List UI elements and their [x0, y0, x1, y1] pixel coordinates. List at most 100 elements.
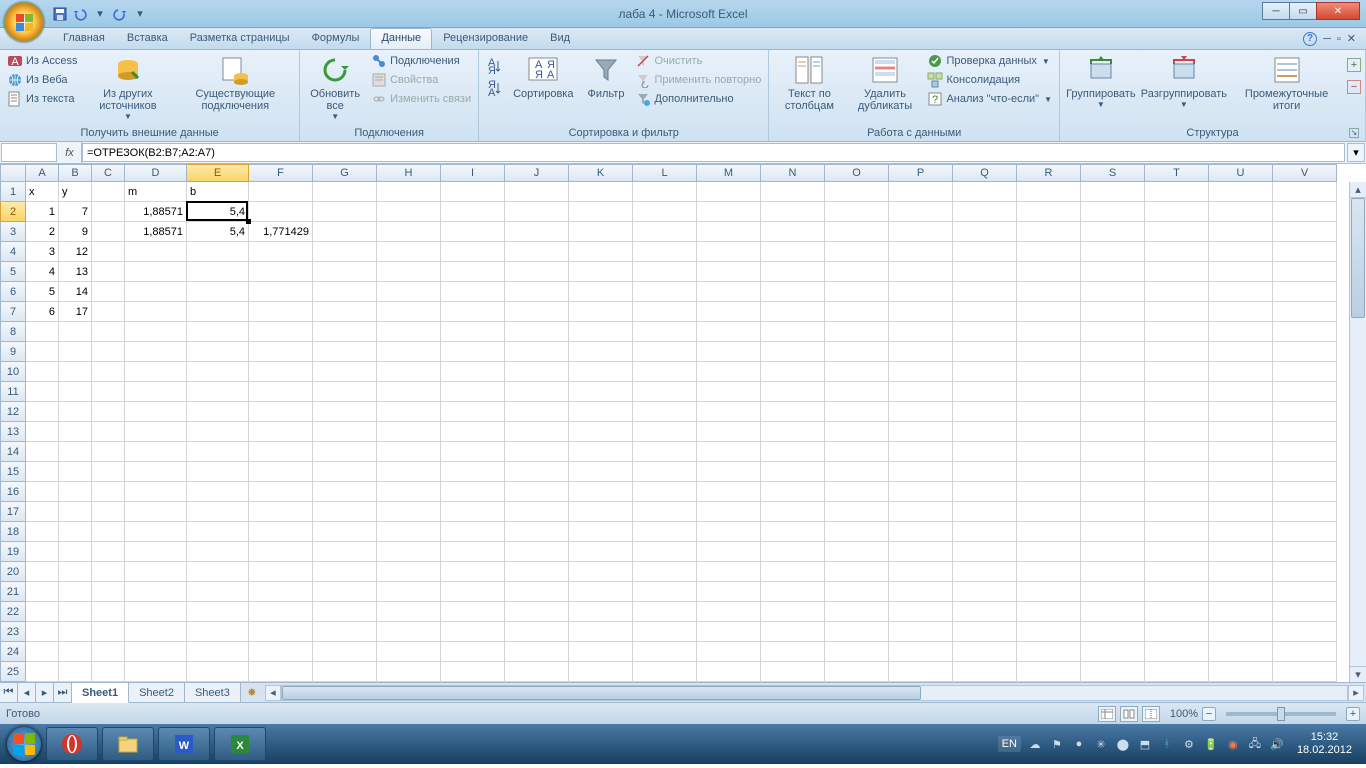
cell[interactable]: [1017, 262, 1081, 282]
cell[interactable]: [569, 502, 633, 522]
cell[interactable]: [1081, 182, 1145, 202]
cell[interactable]: [313, 362, 377, 382]
cell[interactable]: [92, 342, 125, 362]
cell[interactable]: [441, 482, 505, 502]
cell[interactable]: [953, 462, 1017, 482]
expand-formula-bar-icon[interactable]: ▾: [1347, 143, 1365, 162]
cell[interactable]: [1273, 442, 1337, 462]
cell[interactable]: [505, 582, 569, 602]
cell[interactable]: [1017, 662, 1081, 682]
column-header[interactable]: L: [633, 164, 697, 182]
tab-home[interactable]: Главная: [52, 28, 116, 49]
cell[interactable]: [377, 502, 441, 522]
cell[interactable]: [633, 622, 697, 642]
cell[interactable]: [1017, 342, 1081, 362]
cell[interactable]: [697, 502, 761, 522]
fx-icon[interactable]: fx: [58, 142, 82, 163]
row-header[interactable]: 2: [0, 202, 26, 222]
zoom-in-button[interactable]: +: [1346, 707, 1360, 721]
cell[interactable]: [505, 602, 569, 622]
cell[interactable]: [1209, 342, 1273, 362]
ungroup-button[interactable]: Разгруппировать▼: [1140, 52, 1228, 111]
cell[interactable]: [125, 622, 187, 642]
cell[interactable]: [26, 522, 59, 542]
cell[interactable]: [569, 622, 633, 642]
cell[interactable]: [1145, 562, 1209, 582]
cell[interactable]: [1017, 382, 1081, 402]
cell[interactable]: [249, 242, 313, 262]
vertical-scrollbar[interactable]: ▴ ▾: [1349, 182, 1366, 682]
cell[interactable]: [313, 302, 377, 322]
cell[interactable]: [313, 402, 377, 422]
cell[interactable]: [1145, 462, 1209, 482]
cell[interactable]: [889, 322, 953, 342]
cell[interactable]: [1209, 522, 1273, 542]
cell[interactable]: [761, 562, 825, 582]
cell[interactable]: [505, 662, 569, 682]
cell[interactable]: [441, 342, 505, 362]
advanced-filter-button[interactable]: Дополнительно: [632, 90, 764, 108]
row-header[interactable]: 8: [0, 322, 26, 342]
cell[interactable]: [187, 642, 249, 662]
cell[interactable]: [125, 522, 187, 542]
qat-dropdown-icon[interactable]: ▾: [92, 6, 108, 22]
cell[interactable]: [377, 402, 441, 422]
cell[interactable]: [1017, 522, 1081, 542]
cell[interactable]: [377, 622, 441, 642]
cell[interactable]: [1081, 522, 1145, 542]
cell[interactable]: [889, 282, 953, 302]
cell[interactable]: [313, 422, 377, 442]
minimize-button[interactable]: ─: [1262, 2, 1290, 20]
cell[interactable]: [697, 602, 761, 622]
cell[interactable]: [26, 542, 59, 562]
cell[interactable]: m: [125, 182, 187, 202]
cell[interactable]: [92, 242, 125, 262]
reapply-button[interactable]: Применить повторно: [632, 71, 764, 89]
column-header[interactable]: G: [313, 164, 377, 182]
cell[interactable]: [697, 542, 761, 562]
row-header[interactable]: 19: [0, 542, 26, 562]
cell[interactable]: [633, 222, 697, 242]
cell[interactable]: [761, 302, 825, 322]
cell[interactable]: [953, 182, 1017, 202]
cell[interactable]: [441, 282, 505, 302]
cell[interactable]: [59, 462, 92, 482]
cell[interactable]: [26, 402, 59, 422]
cell[interactable]: [1081, 302, 1145, 322]
cell[interactable]: [697, 222, 761, 242]
from-other-button[interactable]: Из других источников▼: [82, 52, 173, 123]
cell[interactable]: [1017, 482, 1081, 502]
cell[interactable]: [249, 282, 313, 302]
tray-icon[interactable]: ●: [1071, 736, 1087, 752]
cell[interactable]: [697, 662, 761, 682]
cell[interactable]: [1081, 262, 1145, 282]
cell[interactable]: [125, 402, 187, 422]
cell[interactable]: [569, 402, 633, 422]
cell[interactable]: [633, 602, 697, 622]
cell[interactable]: [441, 662, 505, 682]
cell[interactable]: [697, 342, 761, 362]
restore-window-icon[interactable]: ▫: [1337, 33, 1341, 45]
row-header[interactable]: 14: [0, 442, 26, 462]
cell[interactable]: [441, 562, 505, 582]
cell[interactable]: [187, 662, 249, 682]
cell[interactable]: [92, 542, 125, 562]
cell[interactable]: [92, 382, 125, 402]
cell[interactable]: [505, 362, 569, 382]
cell[interactable]: [249, 522, 313, 542]
cell[interactable]: [92, 422, 125, 442]
cell[interactable]: [1273, 482, 1337, 502]
cell[interactable]: [377, 362, 441, 382]
column-header[interactable]: K: [569, 164, 633, 182]
cell[interactable]: [125, 362, 187, 382]
cell[interactable]: [953, 382, 1017, 402]
cell[interactable]: [187, 602, 249, 622]
cell[interactable]: [26, 562, 59, 582]
cell[interactable]: [697, 382, 761, 402]
cell[interactable]: [505, 202, 569, 222]
cell[interactable]: [697, 522, 761, 542]
cell[interactable]: [825, 542, 889, 562]
cell[interactable]: [889, 602, 953, 622]
subtotal-button[interactable]: Промежуточные итоги: [1230, 52, 1343, 114]
cell[interactable]: [569, 542, 633, 562]
